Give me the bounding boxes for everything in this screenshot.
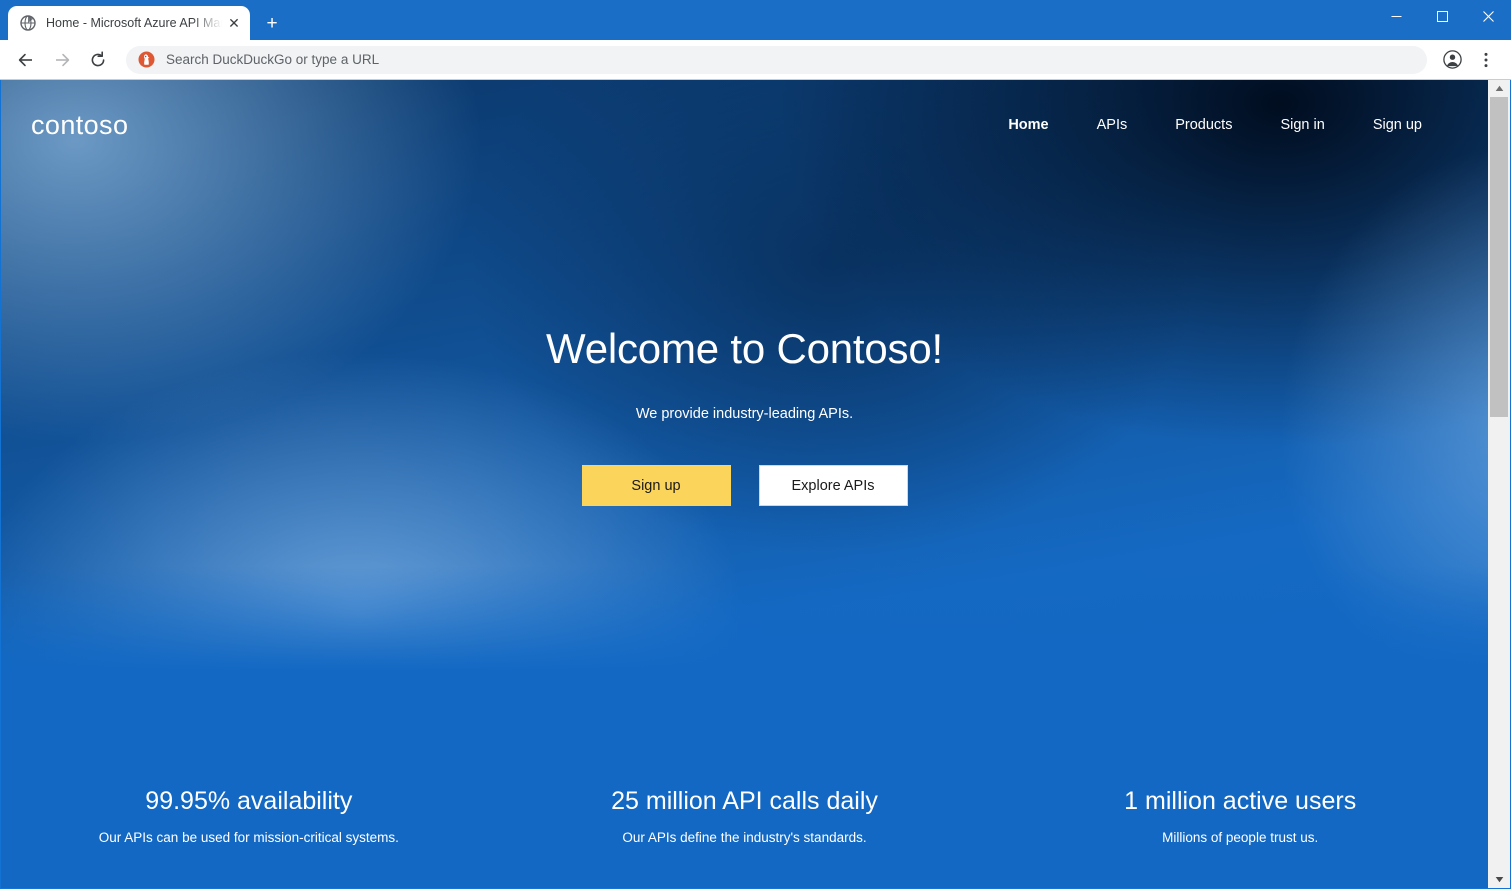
explore-apis-button[interactable]: Explore APIs [758,465,908,507]
primary-navigation: Home APIs Products Sign in Sign up [984,109,1446,141]
hero-content: Welcome to Contoso! We provide industry-… [1,325,1488,507]
address-bar-text: Search DuckDuckGo or type a URL [166,52,380,67]
stats-band: 99.95% availability Our APIs can be used… [1,686,1488,888]
site-logo[interactable]: contoso [31,111,128,139]
hero-title: Welcome to Contoso! [546,325,943,372]
nav-item-sign-in[interactable]: Sign in [1256,109,1348,141]
nav-item-apis[interactable]: APIs [1073,109,1152,141]
minimize-icon[interactable] [1373,0,1419,32]
address-bar[interactable]: Search DuckDuckGo or type a URL [126,45,1427,74]
stat-item: 1 million active users Millions of peopl… [992,786,1488,888]
site-header: contoso Home APIs Products Sign in Sign … [1,80,1488,170]
stat-value: 99.95% availability [145,787,353,815]
stat-value: 25 million API calls daily [611,787,878,815]
hero-actions: Sign up Explore APIs [1,465,1488,507]
nav-item-products[interactable]: Products [1151,109,1256,141]
scroll-up-arrow-icon[interactable] [1488,80,1510,97]
page-scrollbar[interactable] [1488,80,1510,888]
back-arrow-icon[interactable] [11,45,41,75]
stat-item: 25 million API calls daily Our APIs defi… [497,786,993,888]
scrollbar-track[interactable] [1488,97,1510,888]
web-page: contoso Home APIs Products Sign in Sign … [1,80,1488,888]
stat-description: Our APIs define the industry's standards… [622,830,867,845]
page-viewport: contoso Home APIs Products Sign in Sign … [0,80,1511,889]
nav-item-sign-up[interactable]: Sign up [1349,109,1446,141]
scroll-down-arrow-icon[interactable] [1488,871,1510,888]
globe-icon [20,15,36,31]
stat-description: Our APIs can be used for mission-critica… [98,830,399,845]
close-icon[interactable]: ✕ [224,13,244,33]
stat-description: Millions of people trust us. [1162,830,1319,845]
tab-strip: Home - Microsoft Azure API Man ✕ + [0,0,1511,40]
forward-arrow-icon[interactable] [47,45,77,75]
browser-tab[interactable]: Home - Microsoft Azure API Man ✕ [8,6,250,40]
duckduckgo-icon [138,51,155,68]
new-tab-button[interactable]: + [258,9,286,37]
nav-item-home[interactable]: Home [984,109,1072,141]
sign-up-button[interactable]: Sign up [581,465,731,507]
three-dot-menu-icon[interactable] [1472,46,1500,74]
scrollbar-thumb[interactable] [1490,97,1508,417]
tab-title: Home - Microsoft Azure API Man [46,16,224,30]
stat-item: 99.95% availability Our APIs can be used… [1,786,497,888]
window-controls [1373,0,1511,32]
hero-subtitle: We provide industry-leading APIs. [635,406,854,423]
browser-window: Home - Microsoft Azure API Man ✕ + Searc… [0,0,1511,889]
stat-value: 1 million active users [1124,787,1357,815]
maximize-icon[interactable] [1419,0,1465,32]
reload-icon[interactable] [83,45,113,75]
close-icon[interactable] [1465,0,1511,32]
profile-avatar-icon[interactable] [1438,46,1466,74]
browser-toolbar: Search DuckDuckGo or type a URL [0,40,1511,80]
